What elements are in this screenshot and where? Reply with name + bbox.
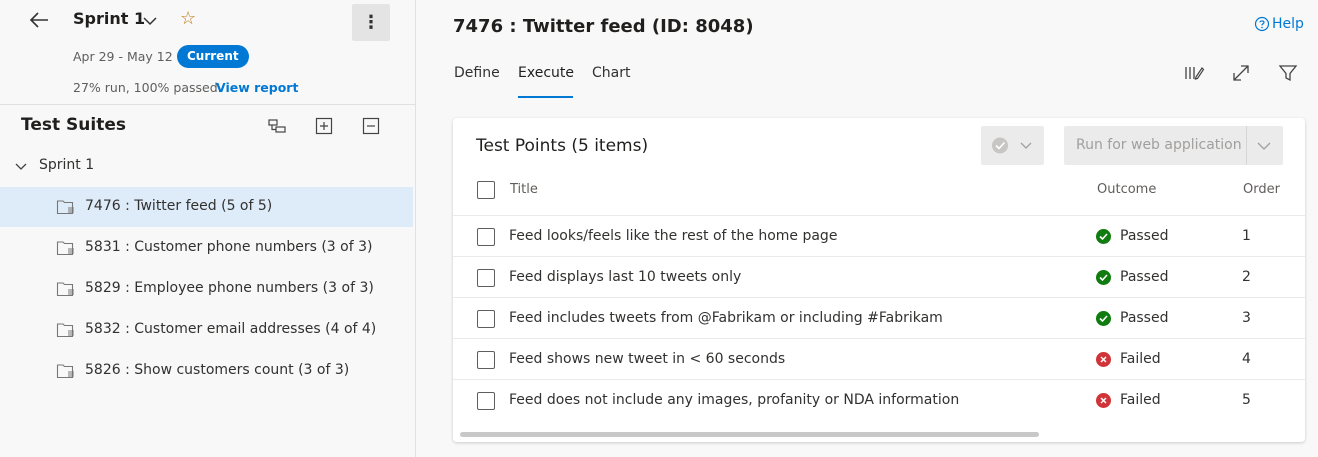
row-order: 1 [1242, 228, 1251, 244]
row-outcome: Passed [1120, 269, 1169, 285]
page-title: 7476 : Twitter feed (ID: 8048) [453, 16, 754, 37]
more-options-button[interactable]: ⋮ [352, 4, 390, 41]
row-outcome: Passed [1120, 310, 1169, 326]
row-title[interactable]: Feed includes tweets from @Fabrikam or i… [509, 310, 943, 326]
row-checkbox[interactable] [477, 351, 495, 369]
favorite-star-icon[interactable]: ☆ [180, 8, 196, 29]
fullscreen-icon[interactable] [1230, 62, 1252, 84]
suite-folder-icon [56, 199, 76, 215]
left-panel: Sprint 1 ☆ ⋮ Apr 29 - May 12 Current 27%… [0, 0, 416, 457]
run-button-label: Run for web application [1076, 137, 1242, 153]
table-row[interactable]: Feed does not include any images, profan… [453, 379, 1305, 421]
suite-folder-icon [56, 281, 76, 297]
run-stats: 27% run, 100% passed. [73, 80, 222, 95]
suite-item-label: 5832 : Customer email addresses (4 of 4) [85, 321, 377, 337]
horizontal-scrollbar[interactable] [460, 432, 1039, 437]
select-all-checkbox[interactable] [477, 181, 495, 199]
run-options-chevron-icon[interactable] [1254, 138, 1274, 154]
help-icon [1254, 16, 1270, 32]
collapse-all-icon[interactable] [360, 115, 382, 137]
row-title[interactable]: Feed does not include any images, profan… [509, 392, 959, 408]
row-title[interactable]: Feed displays last 10 tweets only [509, 269, 741, 285]
row-outcome: Failed [1120, 351, 1161, 367]
mark-outcome-button[interactable] [981, 126, 1044, 165]
row-order: 5 [1242, 392, 1251, 408]
column-header-order[interactable]: Order [1243, 182, 1280, 197]
column-header-title[interactable]: Title [510, 182, 538, 197]
row-checkbox[interactable] [477, 269, 495, 287]
tab-execute[interactable]: Execute [518, 65, 574, 81]
suite-item-label: 7476 : Twitter feed (5 of 5) [85, 198, 273, 214]
row-order: 3 [1242, 310, 1251, 326]
row-outcome: Passed [1120, 228, 1169, 244]
table-row[interactable]: Feed includes tweets from @Fabrikam or i… [453, 297, 1305, 339]
suite-item[interactable]: 5831 : Customer phone numbers (3 of 3) [0, 228, 413, 268]
suite-item[interactable]: 5829 : Employee phone numbers (3 of 3) [0, 269, 413, 309]
tree-root-sprint[interactable]: Sprint 1 [39, 157, 94, 173]
row-outcome: Failed [1120, 392, 1161, 408]
row-order: 2 [1242, 269, 1251, 285]
passed-icon [1096, 270, 1111, 285]
passed-icon [1096, 229, 1111, 244]
table-row[interactable]: Feed displays last 10 tweets only Passed 2 [453, 256, 1305, 298]
suite-item[interactable]: 7476 : Twitter feed (5 of 5) [0, 187, 413, 227]
suite-item[interactable]: 5826 : Show customers count (3 of 3) [0, 351, 413, 391]
test-points-card: Test Points (5 items) Run for web applic… [453, 118, 1305, 442]
sprint-title[interactable]: Sprint 1 [73, 9, 145, 28]
test-points-title: Test Points (5 items) [476, 136, 649, 156]
row-title[interactable]: Feed looks/feels like the rest of the ho… [509, 228, 837, 244]
column-header-outcome[interactable]: Outcome [1097, 182, 1156, 197]
suite-item-label: 5829 : Employee phone numbers (3 of 3) [85, 280, 374, 296]
suite-item[interactable]: 5832 : Customer email addresses (4 of 4) [0, 310, 413, 350]
active-tab-indicator [518, 96, 573, 98]
table-row[interactable]: Feed shows new tweet in < 60 seconds Fail… [453, 338, 1305, 380]
suite-item-label: 5831 : Customer phone numbers (3 of 3) [85, 239, 373, 255]
sprint-dates: Apr 29 - May 12 [73, 49, 173, 64]
suite-folder-icon [56, 322, 76, 338]
suite-folder-icon [56, 240, 76, 256]
divider [0, 104, 415, 105]
test-suites-heading: Test Suites [21, 115, 126, 135]
failed-icon [1096, 393, 1111, 408]
row-checkbox[interactable] [477, 228, 495, 246]
tab-define[interactable]: Define [454, 65, 500, 81]
current-badge: Current [177, 45, 249, 68]
run-for-web-application-button[interactable]: Run for web application [1064, 126, 1283, 165]
tab-chart[interactable]: Chart [592, 65, 630, 81]
row-checkbox[interactable] [477, 392, 495, 410]
chevron-down-icon[interactable] [142, 13, 158, 27]
tree-expand-chevron-icon[interactable] [14, 159, 28, 173]
column-options-icon[interactable] [1183, 62, 1205, 84]
row-order: 4 [1242, 351, 1251, 367]
table-row[interactable]: Feed looks/feels like the rest of the ho… [453, 215, 1305, 257]
expand-all-icon[interactable] [313, 115, 335, 137]
view-report-link[interactable]: View report [216, 80, 298, 95]
suite-item-label: 5826 : Show customers count (3 of 3) [85, 362, 350, 378]
suite-folder-icon [56, 363, 76, 379]
filter-icon[interactable] [1277, 62, 1299, 84]
failed-icon [1096, 352, 1111, 367]
passed-icon [1096, 311, 1111, 326]
help-label: Help [1272, 16, 1304, 32]
back-arrow-icon[interactable] [26, 8, 54, 32]
row-title[interactable]: Feed shows new tweet in < 60 seconds [509, 351, 785, 367]
help-link[interactable]: Help [1254, 16, 1304, 32]
row-checkbox[interactable] [477, 310, 495, 328]
new-suite-icon[interactable] [266, 115, 288, 137]
